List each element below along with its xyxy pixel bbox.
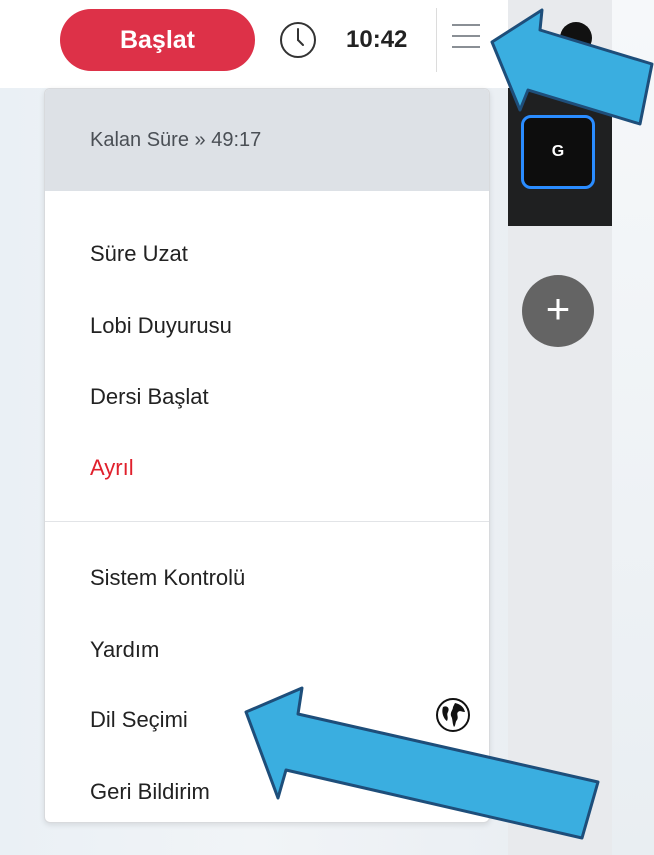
menu-separator <box>45 521 489 522</box>
menu-item-system-check[interactable]: Sistem Kontrolü <box>90 565 245 591</box>
avatar-icon <box>550 22 592 74</box>
plus-icon: + <box>545 285 571 332</box>
clock-icon <box>280 22 316 58</box>
right-edge <box>612 0 654 855</box>
participant-tile[interactable]: G <box>521 115 595 189</box>
globe-icon <box>436 698 470 732</box>
remaining-time-header: Kalan Süre » 49:17 <box>45 89 489 191</box>
menu-item-language[interactable]: Dil Seçimi <box>90 707 188 733</box>
menu-item-feedback[interactable]: Geri Bildirim <box>90 779 210 805</box>
menu-item-help[interactable]: Yardım <box>90 637 159 663</box>
menu-item-start-lesson[interactable]: Dersi Başlat <box>90 384 209 410</box>
feedback-icon <box>439 773 469 803</box>
session-time: 10:42 <box>346 26 408 53</box>
hamburger-menu-icon[interactable] <box>452 24 480 50</box>
menu-item-extend-time[interactable]: Süre Uzat <box>90 241 188 267</box>
toolbar-divider <box>436 8 437 72</box>
add-participant-button[interactable]: + <box>522 275 594 347</box>
remaining-time-text: Kalan Süre » 49:17 <box>90 129 262 151</box>
start-button[interactable]: Başlat <box>60 9 255 71</box>
menu-item-leave[interactable]: Ayrıl <box>90 455 134 481</box>
menu-item-lobby-announcement[interactable]: Lobi Duyurusu <box>90 313 232 339</box>
dropdown-menu: Kalan Süre » 49:17 Süre Uzat Lobi Duyuru… <box>44 88 490 823</box>
top-toolbar: Başlat 10:42 <box>0 0 508 88</box>
